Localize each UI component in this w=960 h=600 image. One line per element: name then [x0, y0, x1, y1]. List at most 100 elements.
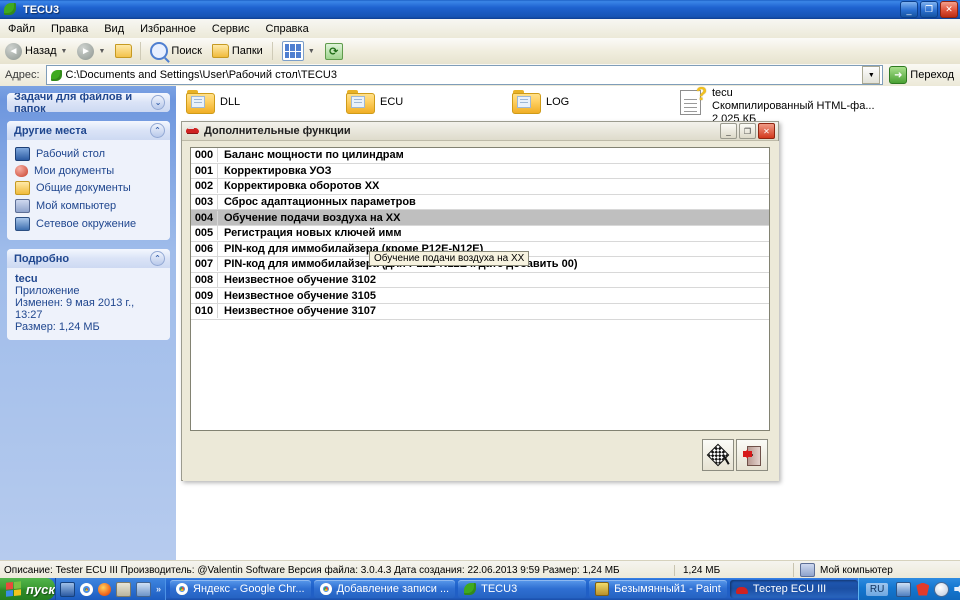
panel-file-tasks-header[interactable]: Задачи для файлов и папок ⌄ — [7, 93, 170, 112]
task-button-tester-ecu[interactable]: Тестер ECU III — [730, 580, 858, 598]
dialog-minimize-button[interactable]: _ — [720, 123, 737, 139]
task-button-tecu3[interactable]: TECU3 — [458, 580, 586, 598]
row-number: 005 — [191, 226, 218, 240]
dialog-close-button[interactable]: ✕ — [758, 123, 775, 139]
toolbar-separator — [272, 42, 273, 60]
task-label: TECU3 — [481, 583, 517, 595]
address-input[interactable]: C:\Documents and Settings\User\Рабочий с… — [46, 65, 884, 85]
window-controls: _ ❐ ✕ — [900, 1, 958, 18]
close-button[interactable]: ✕ — [940, 1, 958, 18]
functions-list[interactable]: 000Баланс мощности по цилиндрам001Коррек… — [190, 147, 770, 431]
address-dropdown-button[interactable]: ▼ — [862, 66, 880, 84]
sidebar-item-my-documents[interactable]: Мои документы — [15, 163, 164, 179]
back-arrow-icon: ◄ — [5, 43, 22, 60]
status-location-cell: Мой компьютер — [793, 563, 960, 577]
table-row[interactable]: 004Обучение подачи воздуха на ХХ — [191, 210, 769, 226]
shared-documents-icon — [15, 181, 30, 195]
file-item-dll[interactable]: DLL — [186, 89, 240, 113]
panel-other-places-header[interactable]: Другие места ⌃ — [7, 121, 170, 140]
chevron-up-icon[interactable]: ⌃ — [150, 251, 165, 266]
row-number: 001 — [191, 164, 218, 178]
save-icon[interactable] — [116, 582, 131, 597]
toolbar-separator — [140, 42, 141, 60]
start-button[interactable]: пуск — [0, 578, 55, 600]
table-row[interactable]: 010Неизвестное обучение 3107 — [191, 304, 769, 320]
execute-button[interactable] — [702, 439, 734, 471]
menu-item-edit[interactable]: Правка — [43, 21, 96, 37]
folders-button[interactable]: Папки — [207, 38, 268, 64]
clock-tray-icon[interactable] — [934, 582, 949, 597]
desktop-icon — [15, 147, 30, 161]
sidebar-item-shared-documents[interactable]: Общие документы — [15, 179, 164, 197]
sidebar-item-network[interactable]: Сетевое окружение — [15, 215, 164, 233]
table-row[interactable]: 008Неизвестное обучение 3102 — [191, 273, 769, 289]
sidebar-item-label: Рабочий стол — [36, 148, 105, 160]
sidebar-item-desktop[interactable]: Рабочий стол — [15, 145, 164, 163]
file-name: ECU — [380, 96, 403, 108]
network-tray-icon[interactable] — [896, 582, 911, 597]
paint-icon — [595, 582, 609, 596]
exit-button[interactable] — [736, 439, 768, 471]
search-button[interactable]: Поиск — [145, 38, 206, 64]
table-row[interactable]: 005Регистрация новых ключей имм — [191, 226, 769, 242]
menu-item-tools[interactable]: Сервис — [204, 21, 258, 37]
volume-icon[interactable] — [954, 583, 960, 596]
back-button[interactable]: ◄ Назад ▼ — [0, 38, 72, 64]
views-button[interactable]: ▼ — [277, 38, 320, 64]
file-item-ecu[interactable]: ECU — [346, 89, 403, 113]
file-name: tecu — [712, 87, 875, 100]
status-bar: Описание: Tester ECU III Производитель: … — [0, 560, 960, 579]
task-button-add-record[interactable]: Добавление записи ... — [314, 580, 456, 598]
task-button-yandex[interactable]: Яндекс - Google Chr... — [170, 580, 311, 598]
restore-button[interactable]: ❐ — [920, 1, 938, 18]
menu-item-file[interactable]: Файл — [0, 21, 43, 37]
table-row[interactable]: 002Корректировка оборотов ХХ — [191, 179, 769, 195]
dialog-window-controls: _ ❐ ✕ — [720, 123, 778, 139]
firefox-icon[interactable] — [98, 583, 111, 596]
chevron-down-icon[interactable]: ▼ — [61, 48, 68, 55]
media-icon[interactable] — [136, 582, 151, 597]
chevron-down-icon[interactable]: ⌄ — [151, 95, 165, 110]
menu-item-favorites[interactable]: Избранное — [132, 21, 204, 37]
chevron-up-icon[interactable]: ⌃ — [150, 123, 165, 138]
dialog-body: 000Баланс мощности по цилиндрам001Коррек… — [183, 141, 779, 481]
back-label: Назад — [25, 45, 57, 57]
panel-details-header[interactable]: Подробно ⌃ — [7, 249, 170, 268]
dialog-title-bar[interactable]: Дополнительные функции _ ❐ ✕ — [182, 122, 778, 141]
shield-tray-icon[interactable] — [916, 583, 929, 596]
exit-door-icon — [743, 446, 761, 464]
sidebar-item-label: Мои документы — [34, 165, 114, 177]
show-desktop-icon[interactable] — [60, 582, 75, 597]
table-row[interactable]: 000Баланс мощности по цилиндрам — [191, 148, 769, 164]
overflow-chevron-icon[interactable]: » — [156, 584, 161, 594]
forward-button[interactable]: ► ▼ — [72, 38, 110, 64]
chevron-down-icon[interactable]: ▼ — [98, 48, 105, 55]
chevron-down-icon[interactable]: ▼ — [308, 48, 315, 55]
details-size: Размер: 1,24 МБ — [15, 321, 164, 333]
dialog-maximize-button[interactable]: ❐ — [739, 123, 756, 139]
minimize-button[interactable]: _ — [900, 1, 918, 18]
row-number: 007 — [191, 257, 218, 271]
task-button-paint[interactable]: Безымянный1 - Paint — [589, 580, 727, 598]
status-size: 1,24 МБ — [674, 565, 793, 576]
menu-item-view[interactable]: Вид — [96, 21, 132, 37]
my-computer-icon — [800, 563, 815, 577]
up-button[interactable] — [110, 38, 136, 64]
panel-file-tasks-title: Задачи для файлов и папок — [14, 93, 151, 112]
file-item-log[interactable]: LOG — [512, 89, 569, 113]
menu-item-help[interactable]: Справка — [258, 21, 317, 37]
refresh-button[interactable]: ⟳ — [320, 38, 348, 64]
go-button[interactable]: ➜ Переход — [883, 66, 960, 84]
language-indicator[interactable]: RU — [866, 583, 888, 596]
row-label: Баланс мощности по цилиндрам — [218, 149, 404, 161]
table-row[interactable]: 009Неизвестное обучение 3105 — [191, 288, 769, 304]
chrome-icon[interactable] — [80, 583, 93, 596]
sidebar-item-my-computer[interactable]: Мой компьютер — [15, 197, 164, 215]
search-label: Поиск — [171, 45, 201, 57]
row-number: 009 — [191, 289, 218, 303]
window-title: TECU3 — [23, 4, 59, 16]
row-number: 003 — [191, 195, 218, 209]
table-row[interactable]: 003Сброс адаптационных параметров — [191, 195, 769, 211]
table-row[interactable]: 001Корректировка УОЗ — [191, 164, 769, 180]
sidebar-item-label: Общие документы — [36, 182, 131, 194]
